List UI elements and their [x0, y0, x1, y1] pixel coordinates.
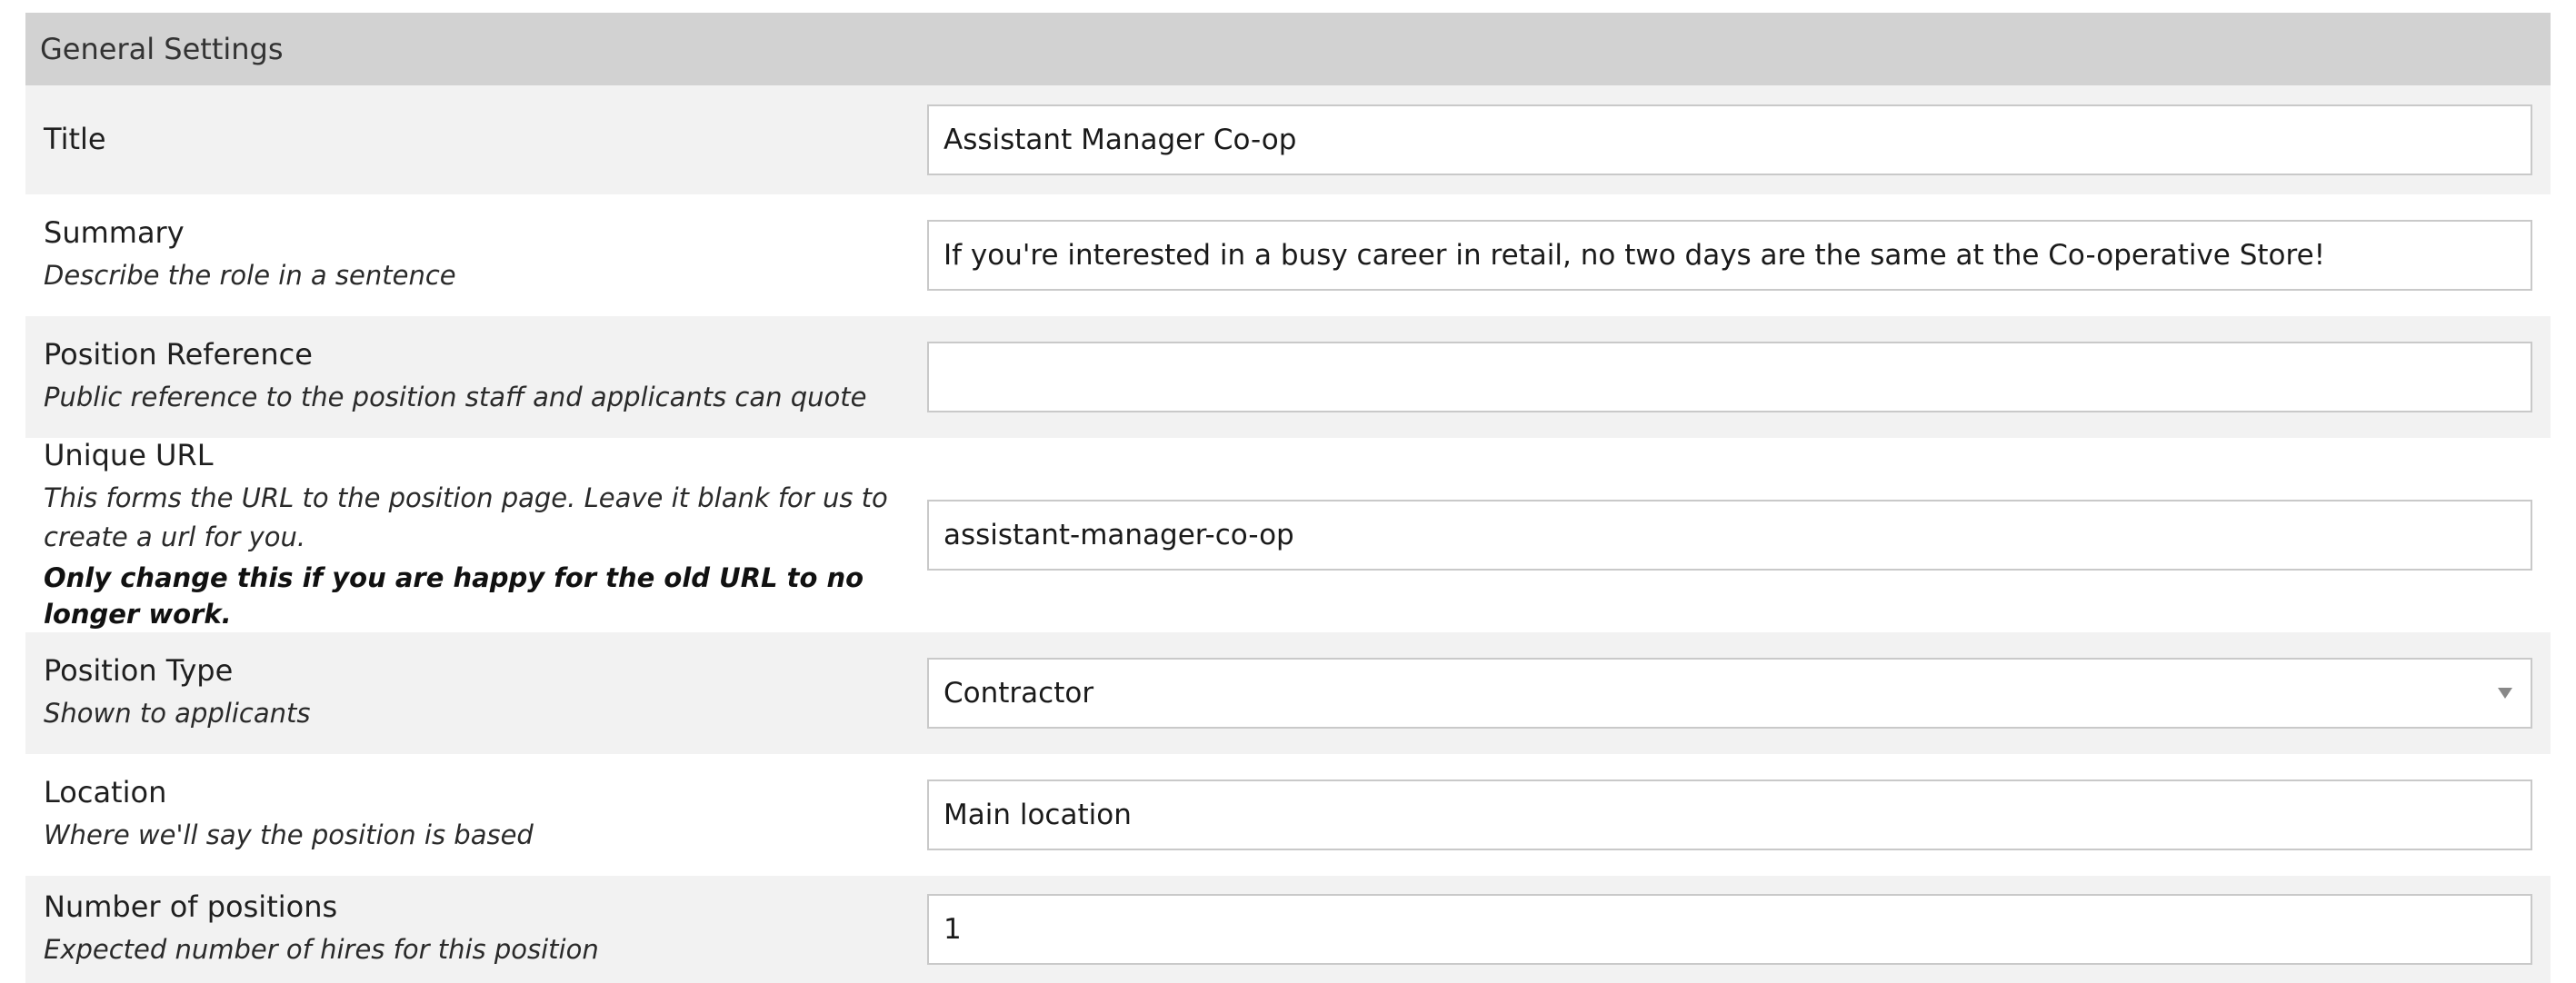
number-of-positions-row: Number of positions Expected number of h… — [25, 876, 2551, 983]
number-of-positions-help-text: Expected number of hires for this positi… — [44, 934, 599, 966]
summary-input-wrap — [927, 220, 2551, 291]
position-reference-label-group: Position Reference Public reference to t… — [25, 336, 927, 417]
summary-help-text: Describe the role in a sentence — [44, 260, 456, 292]
general-settings-panel: General Settings Title Summary Describe … — [25, 13, 2551, 983]
position-reference-label: Position Reference — [44, 337, 313, 372]
position-type-help-text: Shown to applicants — [44, 698, 311, 730]
position-reference-help-text: Public reference to the position staff a… — [44, 382, 867, 413]
summary-row: Summary Describe the role in a sentence — [25, 194, 2551, 316]
unique-url-input[interactable] — [927, 500, 2532, 571]
title-input-wrap — [927, 104, 2551, 175]
summary-label-group: Summary Describe the role in a sentence — [25, 214, 927, 295]
number-of-positions-input[interactable] — [927, 894, 2532, 965]
panel-title: General Settings — [25, 13, 2551, 85]
position-reference-input-wrap — [927, 342, 2551, 412]
number-of-positions-label: Number of positions — [44, 889, 338, 925]
unique-url-help-text: This forms the URL to the position page.… — [44, 482, 888, 553]
position-type-selected-value: Contractor — [944, 677, 1094, 710]
location-row: Location Where we'll say the position is… — [25, 754, 2551, 876]
title-label: Title — [44, 122, 106, 157]
number-of-positions-input-wrap — [927, 894, 2551, 965]
chevron-down-icon — [2498, 688, 2512, 699]
title-label-group: Title — [25, 121, 927, 159]
position-reference-input[interactable] — [927, 342, 2532, 412]
title-input[interactable] — [927, 104, 2532, 175]
title-row: Title — [25, 85, 2551, 194]
number-of-positions-label-group: Number of positions Expected number of h… — [25, 889, 927, 969]
position-type-label: Position Type — [44, 653, 234, 689]
unique-url-input-wrap — [927, 500, 2551, 571]
position-type-select-wrap: Contractor — [927, 658, 2551, 729]
unique-url-label: Unique URL — [44, 438, 214, 473]
summary-input[interactable] — [927, 220, 2532, 291]
location-label: Location — [44, 775, 167, 810]
location-input[interactable] — [927, 779, 2532, 850]
summary-label: Summary — [44, 215, 185, 251]
unique-url-warning-text: Only change this if you are happy for th… — [44, 561, 864, 631]
position-type-row: Position Type Shown to applicants Contra… — [25, 632, 2551, 754]
position-type-label-group: Position Type Shown to applicants — [25, 652, 927, 733]
location-input-wrap — [927, 779, 2551, 850]
location-help-text: Where we'll say the position is based — [44, 819, 534, 851]
position-reference-row: Position Reference Public reference to t… — [25, 316, 2551, 438]
unique-url-row: Unique URL This forms the URL to the pos… — [25, 438, 2551, 632]
location-label-group: Location Where we'll say the position is… — [25, 774, 927, 855]
position-type-select[interactable]: Contractor — [927, 658, 2532, 729]
unique-url-label-group: Unique URL This forms the URL to the pos… — [25, 437, 927, 633]
